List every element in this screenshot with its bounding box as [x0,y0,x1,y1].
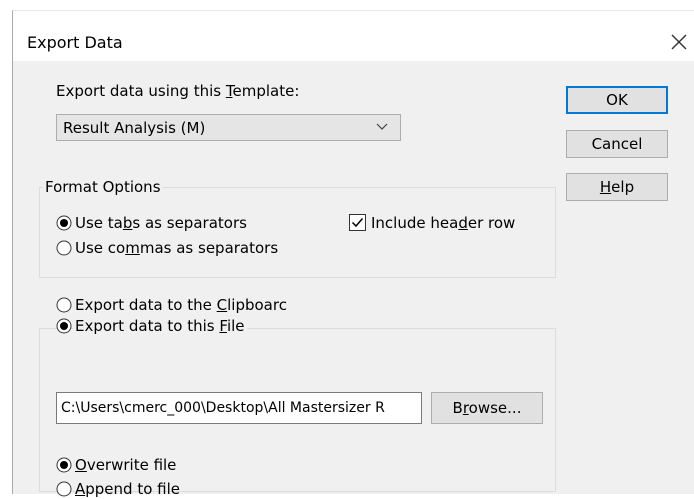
cancel-button[interactable]: Cancel [566,130,668,158]
dialog-title: Export Data [27,33,123,52]
radio-commas-separator[interactable] [56,240,72,256]
radio-overwrite-file[interactable] [56,457,72,473]
template-selected-value: Result Analysis (M) [63,119,206,137]
radio-append-file[interactable] [56,481,72,497]
overwrite-file-label[interactable]: Overwrite file [75,455,176,475]
export-data-dialog: Export Data Export data using this Templ… [12,10,694,498]
radio-tabs-separator[interactable] [56,215,72,231]
include-header-checkbox[interactable] [349,214,366,231]
append-file-label[interactable]: Append to file [75,479,180,499]
include-header-label[interactable]: Include header row [371,213,515,233]
template-label: Export data using this Template: [56,82,300,100]
radio-export-file[interactable] [56,318,72,334]
radio-export-clipboard[interactable] [56,297,72,313]
browse-button[interactable]: Browse... [431,392,543,424]
ok-button[interactable]: OK [566,86,668,114]
tabs-separator-label[interactable]: Use tabs as separators [75,213,247,233]
chevron-down-icon [376,123,388,130]
help-button[interactable]: Help [566,173,668,201]
file-path-value: C:\Users\cmerc_000\Desktop\All Mastersiz… [61,400,385,416]
dialog-body: Export data using this Template: Result … [13,61,694,498]
format-options-legend: Format Options [43,177,163,197]
export-file-label[interactable]: Export data to this File [73,316,247,336]
title-bar[interactable]: Export Data [13,11,694,61]
commas-separator-label[interactable]: Use commas as separators [75,238,278,258]
file-path-input[interactable]: C:\Users\cmerc_000\Desktop\All Mastersiz… [56,392,422,424]
export-clipboard-label[interactable]: Export data to the Clipboarc [75,295,287,315]
template-dropdown[interactable]: Result Analysis (M) [56,114,401,141]
close-icon[interactable] [669,32,689,52]
